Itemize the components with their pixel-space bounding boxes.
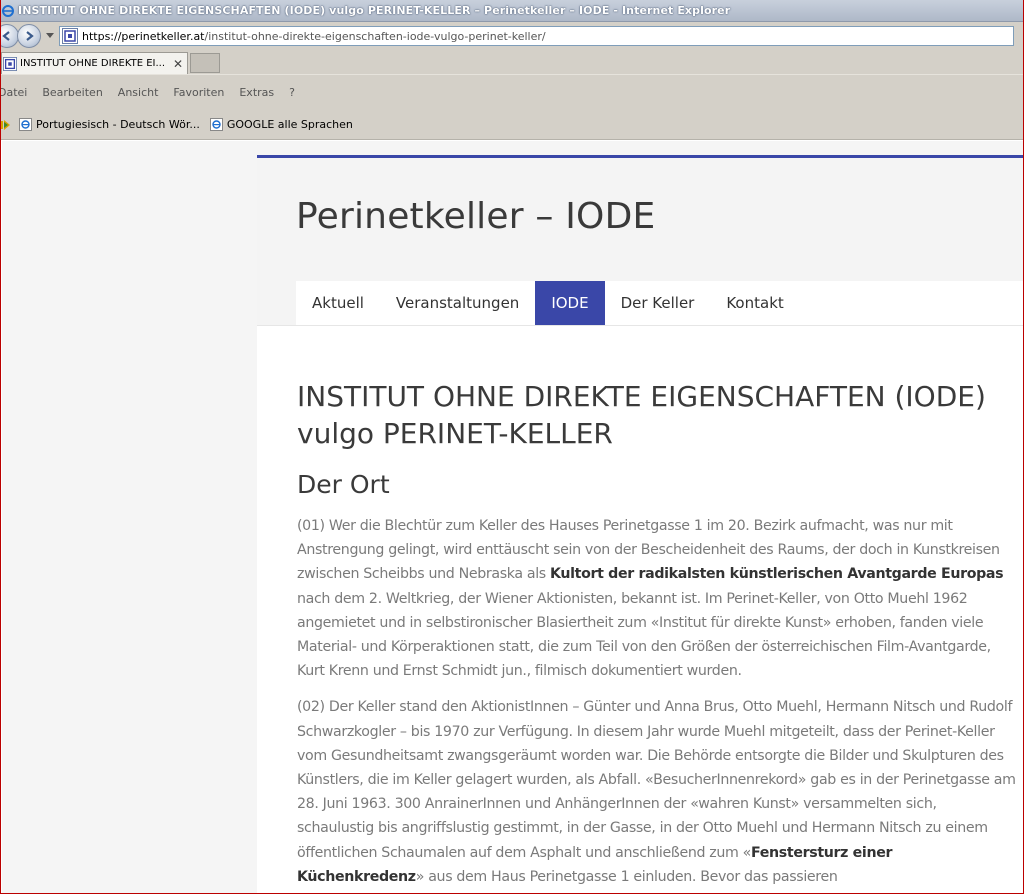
favorites-bar: Portugiesisch - Deutsch Wör... GOOGLE al…	[1, 110, 1023, 140]
url-path: /institut-ohne-direkte-eigenschaften-iod…	[204, 29, 546, 43]
para2-text-a: (02) Der Keller stand den AktionistInnen…	[297, 699, 1016, 861]
favorite-label: Portugiesisch - Deutsch Wör...	[36, 118, 200, 131]
ie-page-icon	[209, 118, 223, 131]
nav-veranstaltungen[interactable]: Veranstaltungen	[380, 281, 535, 325]
back-arrow-icon	[2, 31, 10, 41]
address-bar[interactable]: https://perinetkeller.at/institut-ohne-d…	[59, 26, 1014, 46]
nav-kontakt[interactable]: Kontakt	[710, 281, 799, 325]
tab-active[interactable]: INSTITUT OHNE DIREKTE EI... ✕	[1, 52, 188, 74]
site-title[interactable]: Perinetkeller – IODE	[296, 196, 655, 237]
menu-bar: Datei Bearbeiten Ansicht Favoriten Extra…	[1, 74, 1023, 110]
page-title: INSTITUT OHNE DIREKTE EIGENSCHAFTEN (IOD…	[297, 380, 986, 450]
ie-logo-icon	[2, 4, 14, 17]
menu-help[interactable]: ?	[289, 86, 295, 99]
favorite-portugiesisch[interactable]: Portugiesisch - Deutsch Wör...	[19, 118, 200, 131]
new-tab-button[interactable]	[190, 53, 220, 73]
tab-row: INSTITUT OHNE DIREKTE EI... ✕	[1, 50, 1023, 74]
menu-favoriten[interactable]: Favoriten	[173, 86, 224, 99]
forward-arrow-icon	[26, 31, 34, 41]
address-row: https://perinetkeller.at/institut-ohne-d…	[1, 22, 1023, 50]
menu-datei[interactable]: Datei	[1, 86, 27, 99]
nav-divider	[257, 325, 1023, 326]
para1-text-b: nach dem 2. Weltkrieg, der Wiener Aktion…	[297, 590, 991, 680]
para1-bold: Kultort der radikalsten künstlerischen A…	[550, 566, 1004, 583]
nav-aktuell[interactable]: Aktuell	[296, 281, 380, 325]
url-domain: https://perinetkeller.at	[82, 29, 205, 43]
url-text: https://perinetkeller.at/institut-ohne-d…	[82, 30, 546, 43]
para2-text-b: » aus dem Haus Perinetgasse 1 einluden. …	[415, 868, 838, 885]
article: INSTITUT OHNE DIREKTE EIGENSCHAFTEN (IOD…	[297, 378, 1017, 889]
favorite-label: GOOGLE alle Sprachen	[226, 118, 353, 131]
tab-favicon-icon	[3, 56, 17, 71]
title-bar: INSTITUT OHNE DIREKTE EIGENSCHAFTEN (IOD…	[1, 0, 1023, 22]
site-container: Perinetkeller – IODE Aktuell Veranstaltu…	[257, 155, 1023, 893]
forward-button[interactable]	[17, 24, 41, 48]
section-title: Der Ort	[297, 470, 390, 499]
menu-ansicht[interactable]: Ansicht	[118, 86, 159, 99]
page-content: Perinetkeller – IODE Aktuell Veranstaltu…	[2, 141, 1023, 893]
tab-label: INSTITUT OHNE DIREKTE EI...	[20, 58, 166, 69]
window-title: INSTITUT OHNE DIREKTE EIGENSCHAFTEN (IOD…	[18, 4, 731, 17]
site-header: Perinetkeller – IODE	[257, 158, 1023, 281]
main-nav: Aktuell Veranstaltungen IODE Der Keller …	[296, 281, 800, 325]
browser-window: INSTITUT OHNE DIREKTE EIGENSCHAFTEN (IOD…	[0, 0, 1024, 894]
site-favicon-icon	[62, 28, 78, 44]
favorites-arrow-icon[interactable]	[1, 118, 11, 132]
chevron-down-icon	[46, 33, 54, 38]
paragraph-02: (02) Der Keller stand den AktionistInnen…	[297, 695, 1017, 889]
ie-page-icon	[19, 118, 32, 131]
menu-extras[interactable]: Extras	[239, 86, 274, 99]
favorite-google[interactable]: GOOGLE alle Sprachen	[209, 118, 353, 131]
menu-bearbeiten[interactable]: Bearbeiten	[42, 86, 102, 99]
paragraph-01: (01) Wer die Blechtür zum Keller des Hau…	[297, 514, 1017, 683]
nav-der-keller[interactable]: Der Keller	[605, 281, 711, 325]
nav-iode[interactable]: IODE	[535, 281, 605, 325]
close-icon[interactable]: ✕	[173, 57, 183, 71]
history-dropdown[interactable]	[45, 29, 55, 43]
